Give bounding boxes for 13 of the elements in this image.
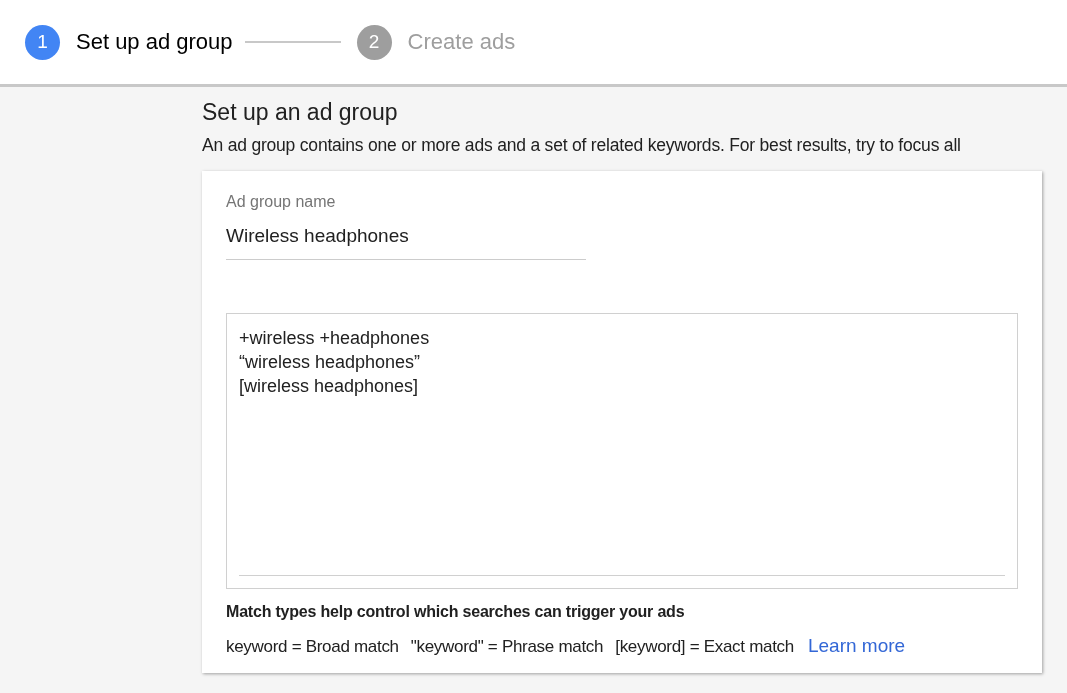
step-number: 2 — [356, 24, 392, 60]
description-text: An ad group contains one or more ads and a set of related keywords. For best results, try to focus all — [202, 135, 962, 156]
step-number: 1 — [25, 24, 60, 60]
keywords-field[interactable]: +wireless +headphones “wireless headphones” [wireless headphones] — [226, 313, 1018, 589]
learn-more-link[interactable]: Learn more — [807, 635, 906, 657]
step-label[interactable]: Set up ad group — [76, 29, 233, 55]
ad-group-name-field[interactable]: Wireless headphones — [226, 225, 586, 260]
match-types-title: Match types help control which searches can trigger your ads — [226, 603, 686, 621]
match-type-example: keyword = Broad match — [226, 637, 399, 657]
match-type-example: [keyword] = Exact match — [615, 637, 794, 657]
page-heading: Set up an ad group — [202, 98, 399, 126]
match-type-example: "keyword" = Phrase match — [410, 637, 604, 657]
field-label: Ad group name — [226, 193, 337, 211]
